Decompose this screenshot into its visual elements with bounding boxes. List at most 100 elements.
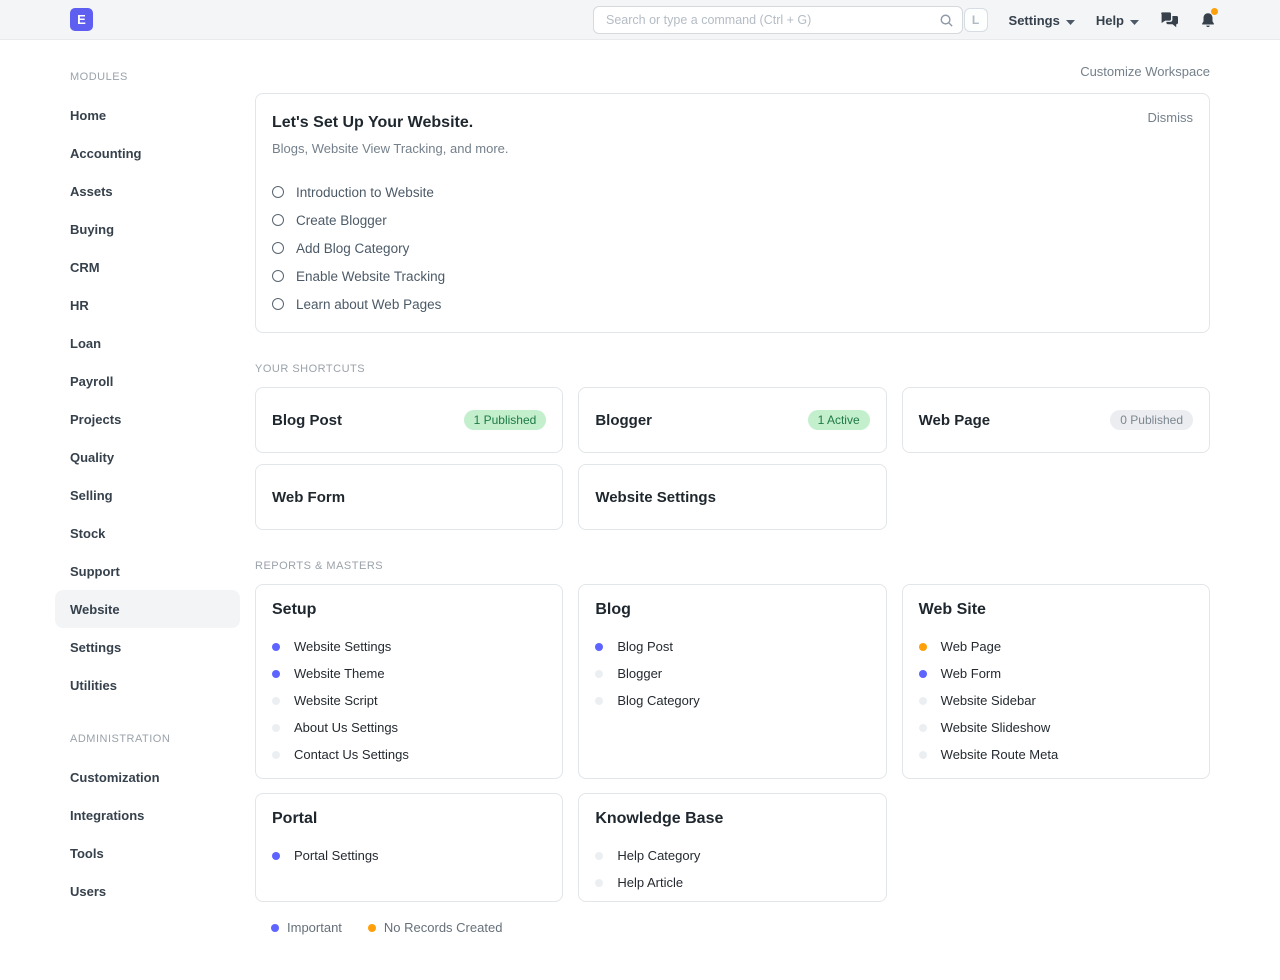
report-link-help-category[interactable]: Help Category [595, 842, 869, 869]
report-card-blog: Blog Blog Post Blogger Blog Category [578, 584, 886, 779]
onboarding-step-create-blogger[interactable]: Create Blogger [272, 206, 1193, 234]
sidebar-item-tools[interactable]: Tools [55, 834, 240, 872]
shortcut-blog-post[interactable]: Blog Post 1 Published [255, 387, 563, 453]
report-card-portal: Portal Portal Settings [255, 793, 563, 902]
report-link-blogger[interactable]: Blogger [595, 660, 869, 687]
legend-item: No Records Created [368, 920, 503, 935]
bell-icon[interactable] [1200, 12, 1216, 29]
sidebar-item-stock[interactable]: Stock [55, 514, 240, 552]
sidebar-item-payroll[interactable]: Payroll [55, 362, 240, 400]
report-card-web-site: Web Site Web Page Web Form Website Sideb… [902, 584, 1210, 779]
app-logo[interactable]: E [70, 8, 93, 31]
onboarding-step-learn-about-web-pages[interactable]: Learn about Web Pages [272, 290, 1193, 318]
sidebar-item-label: Support [70, 564, 120, 579]
sidebar-item-buying[interactable]: Buying [55, 210, 240, 248]
sidebar-item-integrations[interactable]: Integrations [55, 796, 240, 834]
status-dot-icon [272, 852, 280, 860]
sidebar-item-selling[interactable]: Selling [55, 476, 240, 514]
sidebar-item-home[interactable]: Home [55, 96, 240, 134]
sidebar-item-label: Customization [70, 770, 160, 785]
status-dot-icon [919, 697, 927, 705]
sidebar-item-customization[interactable]: Customization [55, 758, 240, 796]
sidebar-item-support[interactable]: Support [55, 552, 240, 590]
avatar-letter: L [972, 13, 979, 27]
sidebar-section-items: Home Accounting Assets Buying CRM HR Loa… [0, 96, 240, 704]
sidebar-item-crm[interactable]: CRM [55, 248, 240, 286]
customize-workspace-link[interactable]: Customize Workspace [1080, 64, 1210, 80]
onboarding-subtitle: Blogs, Website View Tracking, and more. [272, 140, 1193, 158]
report-link-website-theme[interactable]: Website Theme [272, 660, 546, 687]
navbar-right: L Settings Help [964, 0, 1216, 40]
shortcut-web-form[interactable]: Web Form [255, 464, 563, 530]
report-card-title: Knowledge Base [595, 810, 869, 828]
shortcut-label: Web Form [272, 489, 345, 506]
sidebar-item-assets[interactable]: Assets [55, 172, 240, 210]
report-card-links: Web Page Web Form Website Sidebar Websit… [919, 633, 1193, 768]
shortcuts-grid: Blog Post 1 Published Blogger 1 Active W… [255, 387, 1210, 530]
main-content: Customize Workspace Dismiss Let's Set Up… [255, 40, 1210, 935]
sidebar-item-loan[interactable]: Loan [55, 324, 240, 362]
step-circle-icon [272, 242, 284, 254]
help-menu-label: Help [1096, 13, 1124, 28]
onboarding-step-introduction-to-website[interactable]: Introduction to Website [272, 178, 1193, 206]
onboarding-card: Dismiss Let's Set Up Your Website. Blogs… [255, 93, 1210, 333]
report-link-help-article[interactable]: Help Article [595, 869, 869, 896]
search-icon[interactable] [939, 13, 954, 33]
step-circle-icon [272, 186, 284, 198]
report-link-website-sidebar[interactable]: Website Sidebar [919, 687, 1193, 714]
step-label: Introduction to Website [296, 185, 434, 200]
shortcuts-section-label: YOUR SHORTCUTS [255, 363, 1210, 375]
chat-icon[interactable] [1160, 12, 1179, 29]
report-link-about-us-settings[interactable]: About Us Settings [272, 714, 546, 741]
sidebar-item-label: Projects [70, 412, 121, 427]
sidebar-item-label: Assets [70, 184, 113, 199]
sidebar-item-hr[interactable]: HR [55, 286, 240, 324]
help-menu[interactable]: Help [1096, 13, 1139, 28]
onboarding-step-add-blog-category[interactable]: Add Blog Category [272, 234, 1193, 262]
shortcut-web-page[interactable]: Web Page 0 Published [902, 387, 1210, 453]
reports-grid: Setup Website Settings Website Theme Web… [255, 584, 1210, 902]
content-header: Customize Workspace [255, 64, 1210, 80]
report-link-website-slideshow[interactable]: Website Slideshow [919, 714, 1193, 741]
app-logo-letter: E [77, 12, 86, 27]
sidebar-item-quality[interactable]: Quality [55, 438, 240, 476]
sidebar-item-utilities[interactable]: Utilities [55, 666, 240, 704]
status-dot-icon [919, 670, 927, 678]
step-circle-icon [272, 214, 284, 226]
sidebar-item-label: Accounting [70, 146, 142, 161]
status-dot-icon [595, 670, 603, 678]
settings-menu[interactable]: Settings [1009, 13, 1075, 28]
legend-dot-icon [271, 924, 279, 932]
step-label: Add Blog Category [296, 241, 409, 256]
sidebar-item-label: Stock [70, 526, 105, 541]
report-link-website-route-meta[interactable]: Website Route Meta [919, 741, 1193, 768]
report-link-blog-post[interactable]: Blog Post [595, 633, 869, 660]
onboarding-steps: Introduction to Website Create Blogger A… [272, 178, 1193, 318]
sidebar-item-accounting[interactable]: Accounting [55, 134, 240, 172]
shortcut-blogger[interactable]: Blogger 1 Active [578, 387, 886, 453]
sidebar-item-settings[interactable]: Settings [55, 628, 240, 666]
shortcut-label: Blog Post [272, 412, 342, 429]
status-dot-icon [272, 670, 280, 678]
report-link-web-page[interactable]: Web Page [919, 633, 1193, 660]
report-link-website-script[interactable]: Website Script [272, 687, 546, 714]
report-link-portal-settings[interactable]: Portal Settings [272, 842, 546, 869]
sidebar-item-projects[interactable]: Projects [55, 400, 240, 438]
step-circle-icon [272, 298, 284, 310]
report-link-web-form[interactable]: Web Form [919, 660, 1193, 687]
sidebar-item-website[interactable]: Website [55, 590, 240, 628]
report-link-website-settings[interactable]: Website Settings [272, 633, 546, 660]
sidebar-item-label: Quality [70, 450, 114, 465]
user-avatar[interactable]: L [964, 8, 988, 32]
step-label: Create Blogger [296, 213, 387, 228]
sidebar-item-users[interactable]: Users [55, 872, 240, 910]
chevron-down-icon [1066, 13, 1075, 28]
report-card-links: Blog Post Blogger Blog Category [595, 633, 869, 714]
dismiss-button[interactable]: Dismiss [1148, 110, 1194, 125]
shortcut-website-settings[interactable]: Website Settings [578, 464, 886, 530]
report-card-links: Help Category Help Article [595, 842, 869, 896]
report-link-contact-us-settings[interactable]: Contact Us Settings [272, 741, 546, 768]
search-input[interactable] [593, 6, 963, 34]
onboarding-step-enable-website-tracking[interactable]: Enable Website Tracking [272, 262, 1193, 290]
report-link-blog-category[interactable]: Blog Category [595, 687, 869, 714]
